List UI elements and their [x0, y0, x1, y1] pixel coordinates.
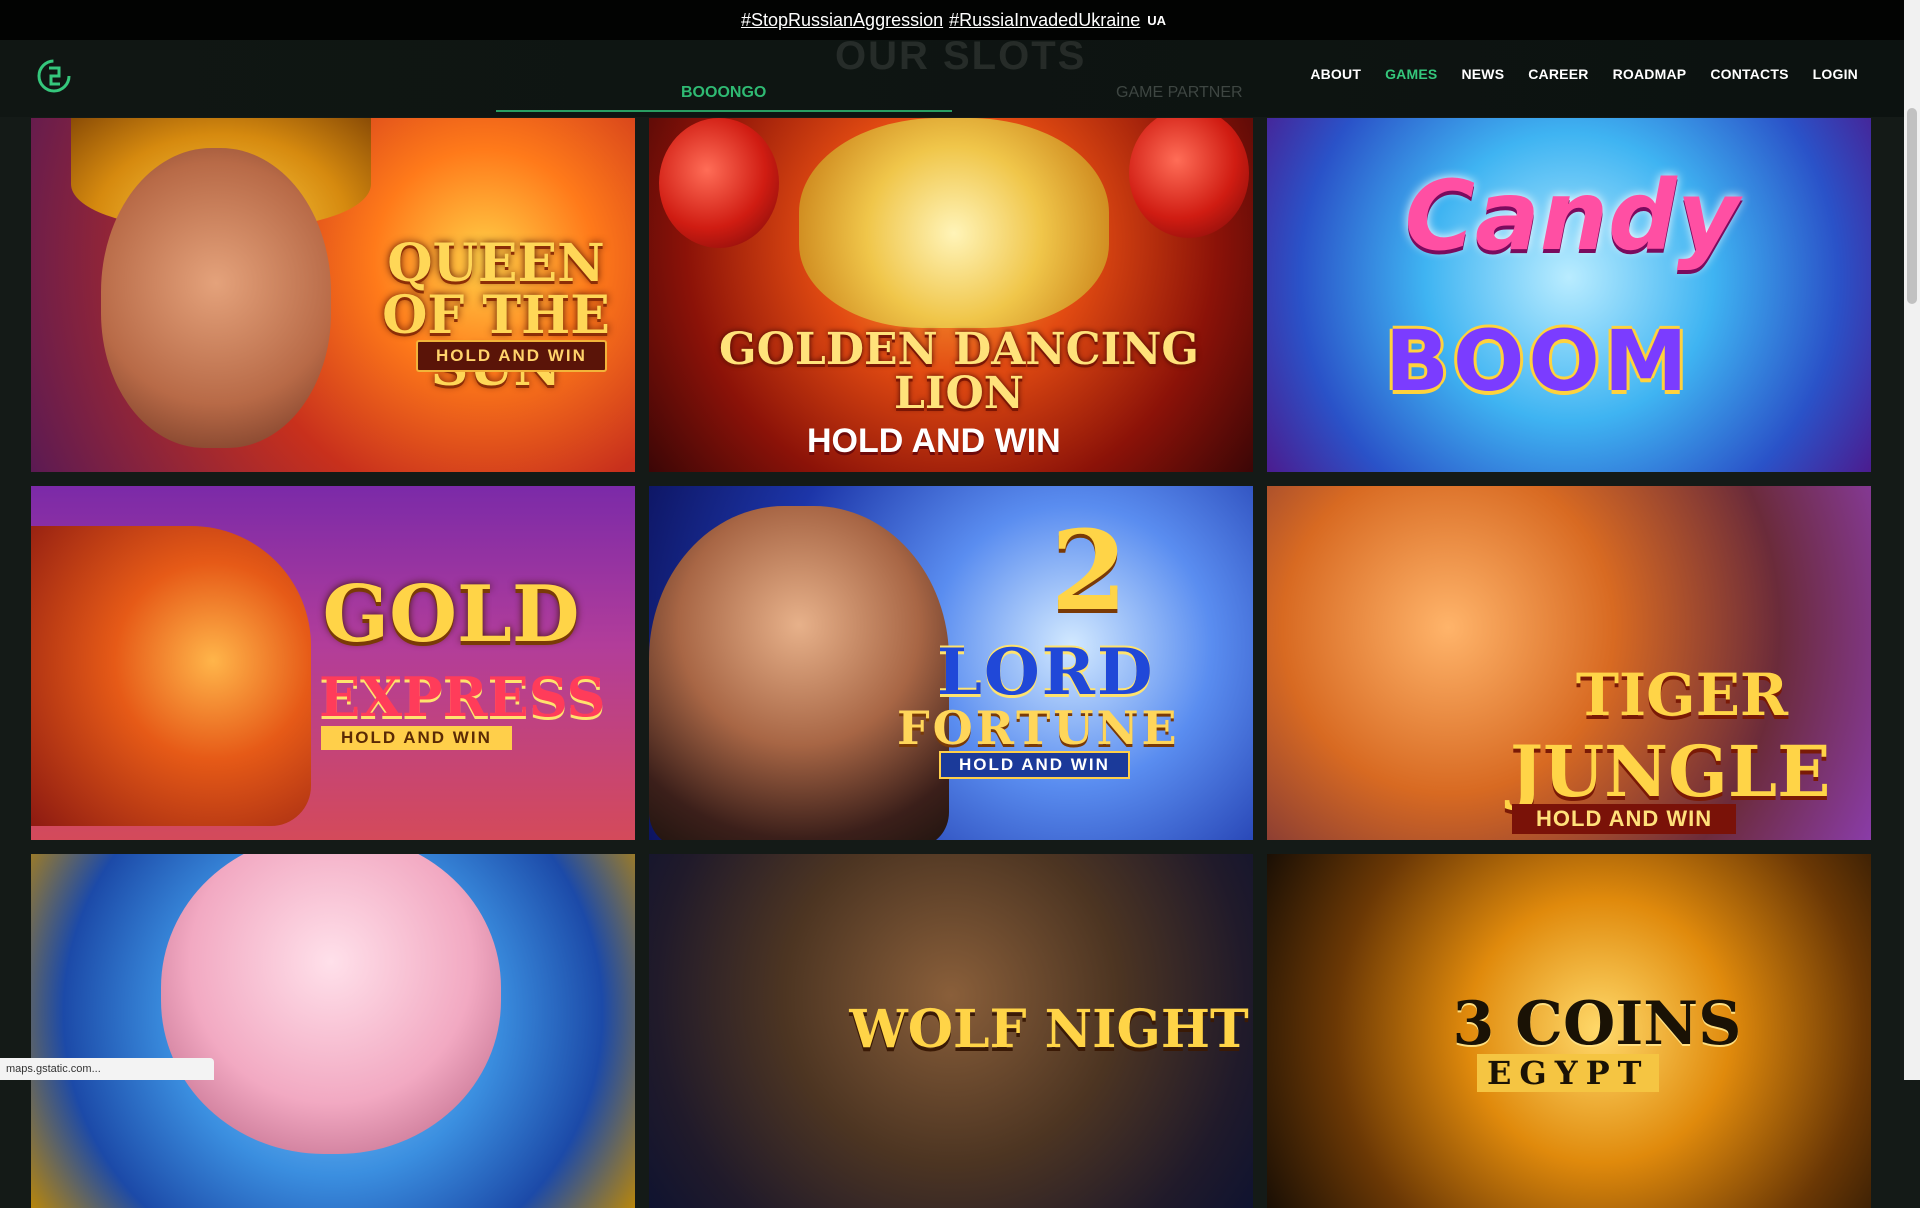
browser-status-bar: maps.gstatic.com...: [0, 1058, 214, 1080]
game-tile-elephant[interactable]: [31, 854, 635, 1208]
locomotive-art: [31, 526, 311, 826]
russia-invaded-ukraine-link[interactable]: #RussiaInvadedUkraine: [949, 10, 1140, 31]
game-tagline: HOLD AND WIN: [807, 422, 1061, 460]
tab-booongo[interactable]: BOOONGO: [681, 84, 766, 102]
game-subtitle: FORTUNE: [897, 701, 1180, 755]
stop-russian-aggression-link[interactable]: #StopRussianAggression: [741, 10, 943, 31]
game-tile-lord-fortune-2[interactable]: 2 LORD FORTUNE HOLD AND WIN: [649, 486, 1253, 840]
elephant-art: [161, 854, 501, 1154]
lantern-art: [1129, 118, 1249, 238]
game-tile-tiger-jungle[interactable]: TIGER JUNGLE HOLD AND WIN: [1267, 486, 1871, 840]
game-number: 2: [1050, 506, 1128, 635]
games-grid: QUEEN OF THE SUN HOLD AND WIN GOLDEN DAN…: [31, 118, 1872, 1208]
language-badge[interactable]: UA: [1147, 13, 1166, 28]
game-title: GOLDEN DANCING LION: [719, 324, 1199, 419]
game-tile-candy-boom[interactable]: Candy BOOM: [1267, 118, 1871, 472]
page-scrollbar[interactable]: [1904, 0, 1920, 1080]
nav-about[interactable]: ABOUT: [1310, 66, 1361, 82]
section-title: OUR SLOTS: [835, 34, 1087, 78]
game-subtitle: EXPRESS: [319, 665, 606, 729]
game-title: TIGER: [1575, 661, 1789, 729]
tab-game-partner[interactable]: GAME PARTNER: [1116, 84, 1243, 102]
game-title: GOLD: [322, 569, 580, 660]
nav-games[interactable]: GAMES: [1385, 66, 1437, 82]
game-tile-queen-of-the-sun[interactable]: QUEEN OF THE SUN HOLD AND WIN: [31, 118, 635, 472]
game-tagline: HOLD AND WIN: [1512, 804, 1737, 834]
nav-news[interactable]: NEWS: [1461, 66, 1504, 82]
brand-logo-icon[interactable]: [34, 56, 74, 96]
active-tab-indicator: [496, 110, 952, 112]
scrollbar-thumb[interactable]: [1907, 108, 1917, 304]
nav-contacts[interactable]: CONTACTS: [1710, 66, 1788, 82]
game-title: 3 COINS: [1452, 989, 1742, 1059]
game-tile-wolf-night[interactable]: WOLF NIGHT: [649, 854, 1253, 1208]
lantern-art: [659, 118, 779, 248]
lord-portrait-art: [649, 506, 949, 840]
site-header: OUR SLOTS BOOONGO GAME PARTNER ABOUT GAM…: [0, 34, 1904, 117]
game-tile-gold-express[interactable]: GOLD EXPRESS HOLD AND WIN: [31, 486, 635, 840]
game-title: WOLF NIGHT: [849, 999, 1249, 1060]
nav-roadmap[interactable]: ROADMAP: [1613, 66, 1687, 82]
main-nav: ABOUT GAMES NEWS CAREER ROADMAP CONTACTS…: [1310, 66, 1858, 82]
game-tile-golden-dancing-lion[interactable]: GOLDEN DANCING LION HOLD AND WIN: [649, 118, 1253, 472]
game-tagline: HOLD AND WIN: [416, 340, 607, 372]
game-tagline: HOLD AND WIN: [939, 751, 1130, 779]
game-subtitle: EGYPT: [1477, 1054, 1660, 1092]
game-title: Candy: [1404, 160, 1740, 272]
lion-head-art: [799, 118, 1109, 328]
queen-face-art: [101, 148, 331, 448]
nav-login[interactable]: LOGIN: [1813, 66, 1858, 82]
top-banner: #StopRussianAggression #RussiaInvadedUkr…: [0, 0, 1904, 40]
game-tagline: HOLD AND WIN: [321, 726, 512, 750]
game-tile-3-coins-egypt[interactable]: 3 COINS EGYPT: [1267, 854, 1871, 1208]
nav-career[interactable]: CAREER: [1528, 66, 1588, 82]
game-subtitle: BOOM: [1385, 312, 1692, 410]
